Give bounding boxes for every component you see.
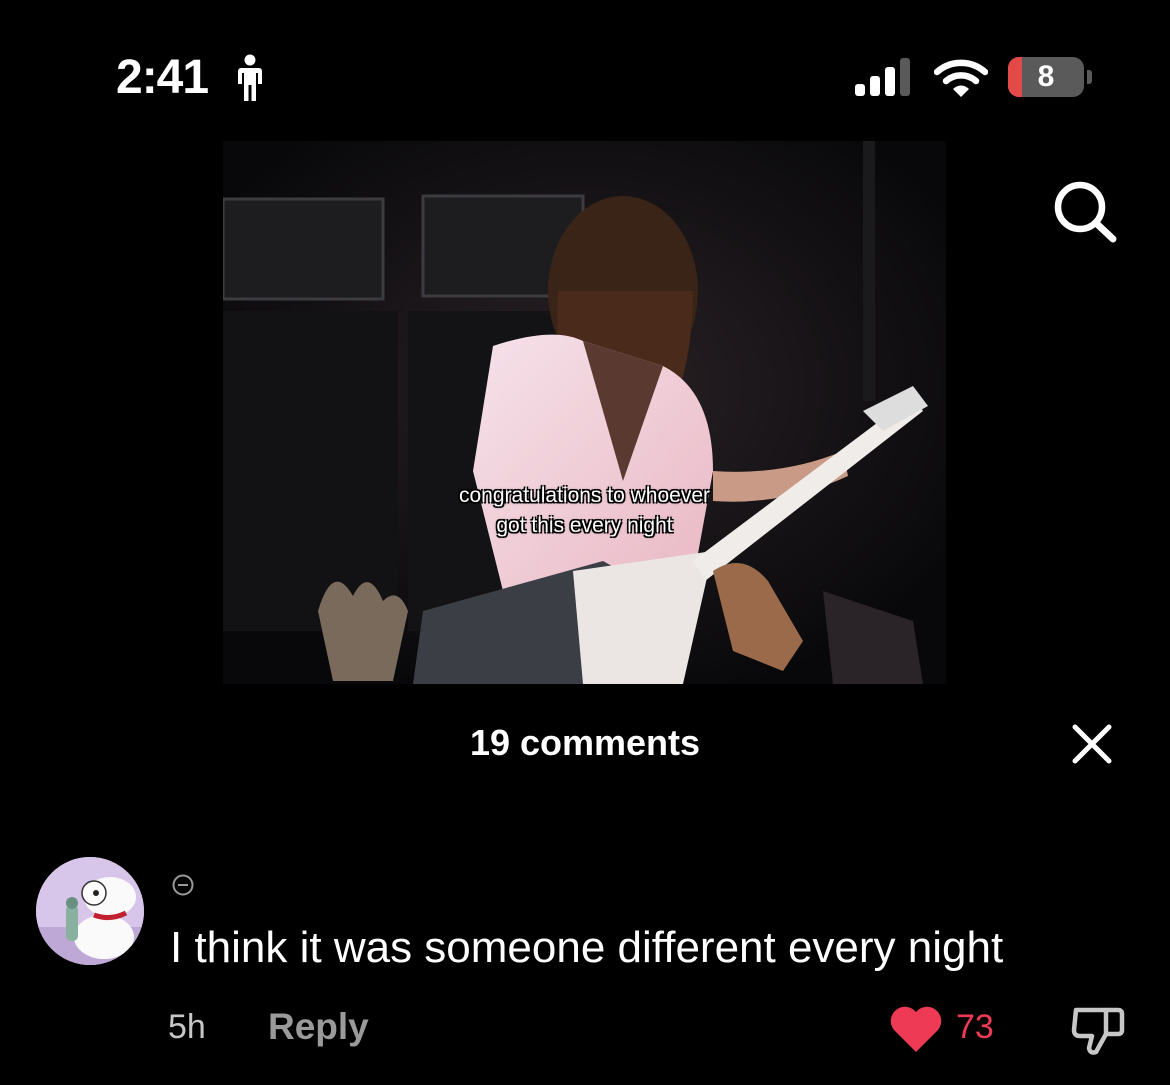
caption-line-2: got this every night xyxy=(496,514,673,537)
signal-icon xyxy=(855,58,910,96)
avatar-image xyxy=(36,857,144,965)
battery-level: 8 xyxy=(1037,60,1055,93)
dislike-icon xyxy=(1071,1007,1125,1055)
comment-text: I think it was someone different every n… xyxy=(170,923,1004,972)
status-bar: 2:41 8 xyxy=(0,0,1170,130)
status-time: 2:41 xyxy=(116,51,209,104)
search-icon xyxy=(1054,181,1117,243)
battery-tip xyxy=(1087,70,1092,84)
collapse-icon[interactable] xyxy=(172,874,194,896)
comments-count-title: 19 comments xyxy=(469,722,701,763)
close-icon xyxy=(1072,724,1112,764)
close-button[interactable] xyxy=(1070,722,1114,766)
dislike-button[interactable] xyxy=(1070,1004,1126,1056)
video-frame xyxy=(223,141,946,684)
person-icon xyxy=(238,54,262,101)
search-button[interactable] xyxy=(1050,178,1122,244)
battery-icon: 8 xyxy=(1008,57,1084,97)
like-button[interactable]: 73 xyxy=(888,1004,1008,1058)
wifi-icon xyxy=(934,59,988,97)
video-caption: congratulations to whoever got this ever… xyxy=(223,481,946,541)
caption-line-1: congratulations to whoever xyxy=(459,484,710,507)
reply-button[interactable]: Reply xyxy=(268,1006,369,1048)
video-player[interactable]: congratulations to whoever got this ever… xyxy=(223,141,946,684)
heart-icon xyxy=(890,1006,942,1052)
avatar[interactable] xyxy=(36,857,144,965)
like-count: 73 xyxy=(956,1008,994,1046)
comment-timestamp: 5h xyxy=(168,1008,206,1046)
